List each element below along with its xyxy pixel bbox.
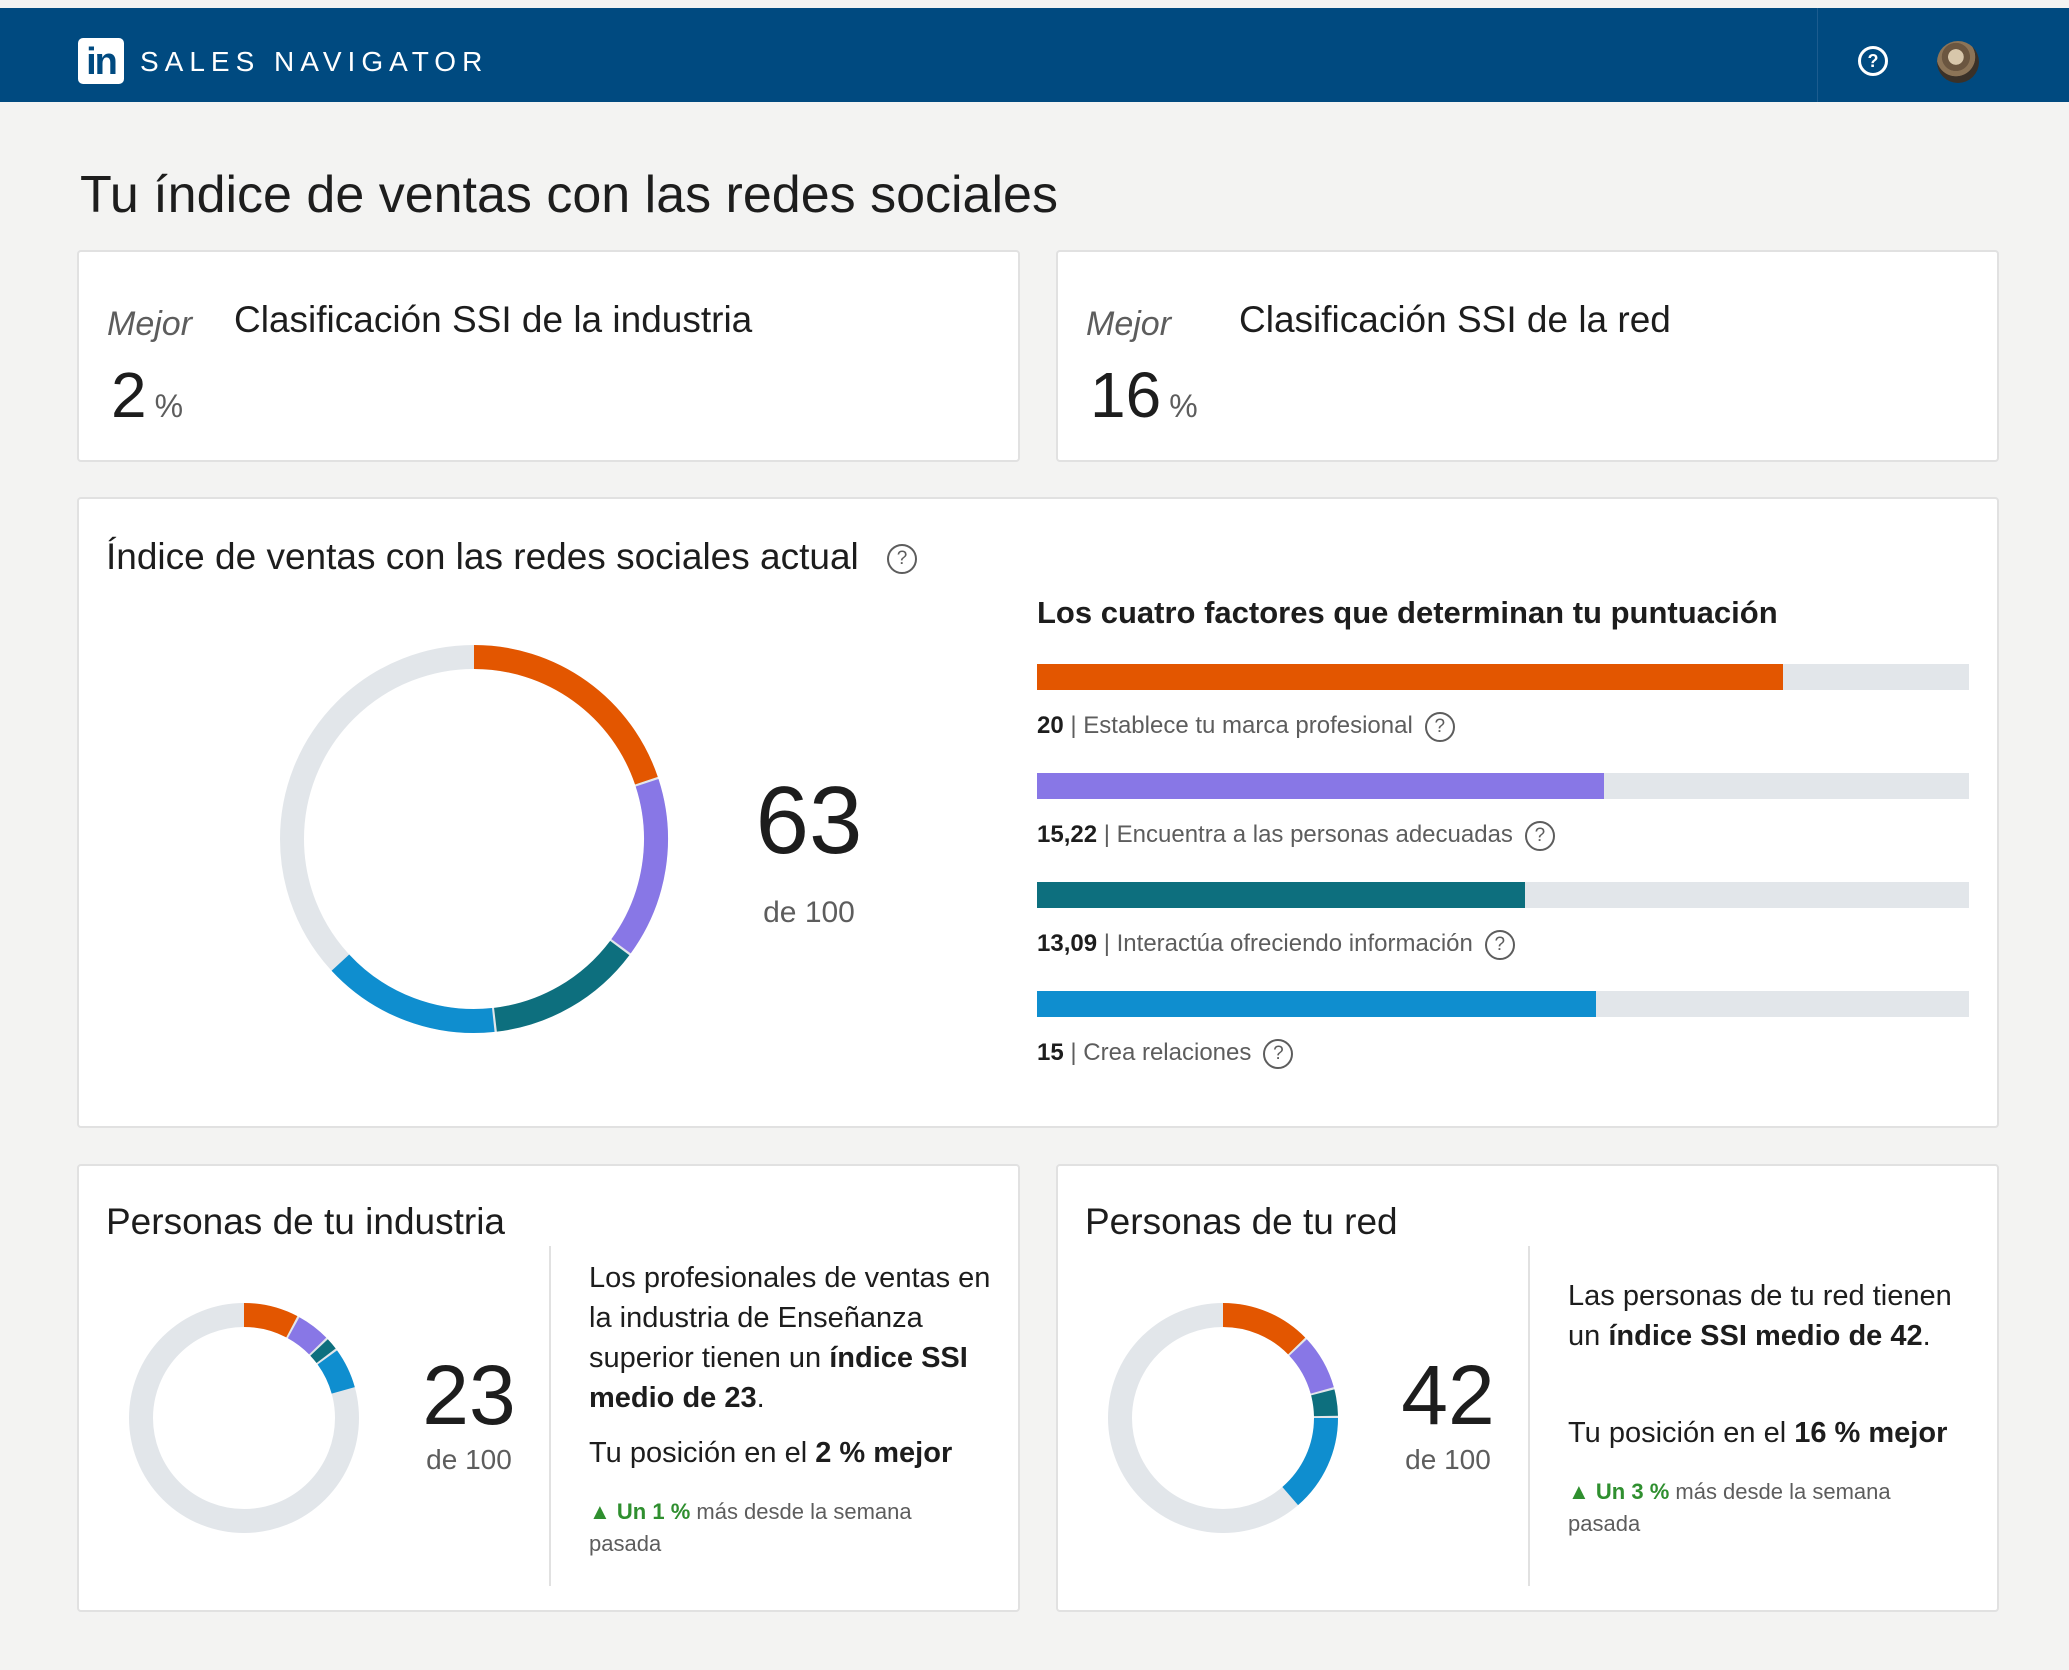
network-rank-title: Clasificación SSI de la red (1239, 299, 1671, 340)
factor-bar-relationships (1037, 991, 1969, 1017)
industry-rank-number: 2 (111, 359, 147, 431)
help-icon[interactable]: ? (1424, 711, 1455, 742)
network-people-card: Personas de tu red 42 de 100 Las persona… (1056, 1164, 1999, 1612)
network-donut-chart (1108, 1303, 1338, 1533)
factor-bar-fill (1037, 991, 1597, 1017)
industry-rank-value: 2% (111, 360, 183, 441)
factor-label-brand: 20 | Establece tu marca profesional? (1037, 710, 1455, 742)
industry-position-pre: Tu posición en el (589, 1437, 816, 1469)
network-delta-text: ▲ Un 3 % más desde la semana pasada (1568, 1476, 1948, 1540)
card-divider (549, 1246, 551, 1586)
network-info-post: . (1922, 1320, 1931, 1352)
factor-label-people: 15,22 | Encuentra a las personas adecuad… (1037, 819, 1555, 851)
industry-position-text: Tu posición en el 2 % mejor (589, 1434, 952, 1472)
factor-label-insights: 13,09 | Interactúa ofreciendo informació… (1037, 928, 1515, 960)
factor-bar-fill (1037, 664, 1783, 690)
industry-score: 23 (422, 1348, 516, 1442)
industry-score-of: de 100 (426, 1444, 512, 1475)
network-rank-qualifier: Mejor (1086, 305, 1172, 343)
industry-delta-bold: Un 1 % (616, 1499, 691, 1524)
donut-segment-3 (317, 1350, 355, 1394)
factor-separator: | (1070, 1039, 1077, 1066)
donut-segment-1 (611, 779, 668, 954)
network-position-text: Tu posición en el 16 % mejor (1568, 1414, 1947, 1452)
industry-position-bold: 2 % mejor (815, 1437, 953, 1469)
factor-bar-people (1037, 773, 1969, 799)
factor-value: 15,22 (1037, 821, 1098, 848)
factor-bar-fill (1037, 882, 1525, 908)
network-rank-card: Mejor Clasificación SSI de la red 16% (1056, 250, 1999, 462)
help-icon[interactable]: ? (1524, 820, 1555, 851)
factors-title: Los cuatro factores que determinan tu pu… (1037, 595, 1778, 630)
network-rank-value: 16% (1090, 360, 1198, 441)
network-info-text: Las personas de tu red tienen un índice … (1568, 1276, 1978, 1356)
network-rank-unit: % (1169, 388, 1198, 424)
topbar-divider (1817, 8, 1818, 102)
industry-delta-text: ▲ Un 1 % más desde la semana pasada (589, 1496, 969, 1560)
donut-segment-0 (243, 1303, 298, 1338)
network-score-of: de 100 (1405, 1444, 1491, 1475)
industry-rank-title: Clasificación SSI de la industria (234, 299, 753, 340)
donut-segment-0 (473, 645, 658, 785)
factor-name: Establece tu marca profesional (1083, 712, 1413, 739)
donut-segment-1 (287, 1317, 327, 1355)
current-ssi-card: Índice de ventas con las redes sociales … (77, 497, 1999, 1128)
donut-segment-3 (331, 954, 495, 1033)
industry-info-post: . (756, 1382, 765, 1414)
network-position-bold: 16 % mejor (1794, 1417, 1948, 1449)
ssi-score-of: de 100 (763, 896, 855, 929)
factor-value: 15 (1037, 1039, 1064, 1066)
factor-label-relationships: 15 | Crea relaciones? (1037, 1037, 1294, 1069)
industry-info-text: Los profesionales de ventas en la indust… (589, 1258, 999, 1418)
factor-separator: | (1103, 821, 1110, 848)
industry-donut-chart (129, 1303, 359, 1533)
industry-rank-card: Mejor Clasificación SSI de la industria … (77, 250, 1020, 462)
network-info-bold: índice SSI medio de 42 (1608, 1320, 1923, 1352)
help-icon[interactable]: ? (1263, 1038, 1294, 1069)
donut-segment-3 (1282, 1417, 1338, 1506)
industry-rank-qualifier: Mejor (107, 305, 193, 343)
donut-segment-2 (493, 940, 630, 1032)
brand-title: SALES NAVIGATOR (140, 46, 489, 77)
network-score: 42 (1401, 1348, 1495, 1442)
ssi-donut-chart (280, 645, 668, 1033)
donut-segment-1 (1289, 1339, 1334, 1395)
factor-separator: | (1103, 930, 1110, 957)
donut-segment-0 (1222, 1303, 1306, 1355)
factor-name: Crea relaciones (1083, 1039, 1252, 1066)
up-arrow-icon: ▲ (589, 1499, 611, 1524)
network-delta-bold: Un 3 % (1595, 1479, 1670, 1504)
help-icon[interactable]: ? (1484, 929, 1515, 960)
avatar[interactable] (1937, 41, 1979, 83)
current-ssi-title: Índice de ventas con las redes sociales … (106, 535, 918, 579)
card-divider (1528, 1246, 1530, 1586)
factor-name: Interactúa ofreciendo información (1116, 930, 1473, 957)
factor-bar-insights (1037, 882, 1969, 908)
industry-rank-unit: % (154, 388, 184, 424)
network-position-pre: Tu posición en el (1568, 1417, 1795, 1449)
factor-name: Encuentra a las personas adecuadas (1116, 821, 1513, 848)
industry-people-card: Personas de tu industria 23 de 100 Los p… (77, 1164, 1020, 1612)
donut-segment-2 (1311, 1389, 1338, 1417)
help-icon[interactable]: ? (1858, 46, 1888, 76)
factor-bar-fill (1037, 773, 1605, 799)
donut-segment-2 (310, 1339, 336, 1364)
up-arrow-icon: ▲ (1568, 1479, 1590, 1504)
current-ssi-title-text: Índice de ventas con las redes sociales … (106, 536, 859, 577)
ssi-score: 63 (755, 767, 863, 874)
network-people-title: Personas de tu red (1085, 1201, 1398, 1242)
page-title: Tu índice de ventas con las redes social… (80, 166, 1058, 224)
industry-people-title: Personas de tu industria (106, 1201, 506, 1242)
factor-separator: | (1070, 712, 1077, 739)
factor-value: 13,09 (1037, 930, 1098, 957)
factor-value: 20 (1037, 712, 1064, 739)
linkedin-logo-icon[interactable]: in (78, 38, 124, 84)
factor-bar-brand (1037, 664, 1969, 690)
top-navigation-bar: in SALES NAVIGATOR ? (0, 8, 2069, 102)
help-icon[interactable]: ? (887, 544, 918, 575)
network-rank-number: 16 (1090, 359, 1162, 431)
